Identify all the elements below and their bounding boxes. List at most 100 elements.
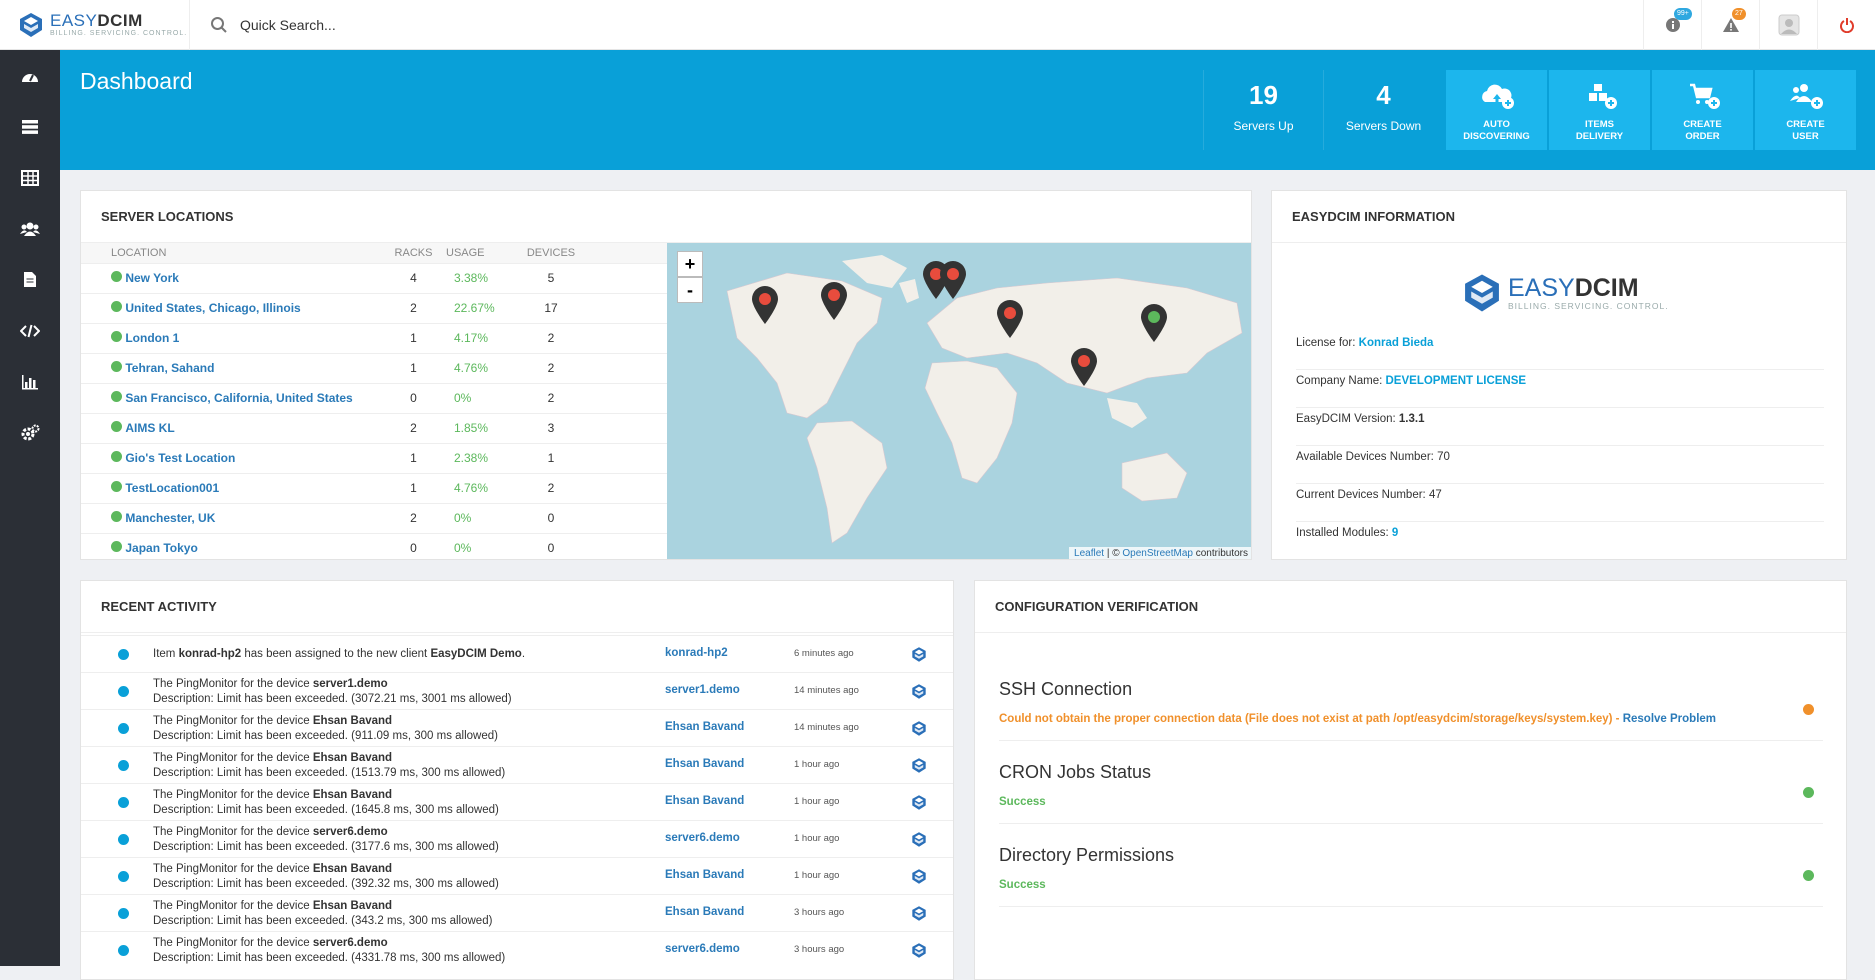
servers-down-label: Servers Down — [1345, 119, 1422, 133]
items-delivery-button[interactable]: ITEMS DELIVERY — [1549, 70, 1650, 150]
easydcim-logo-icon[interactable] — [911, 757, 927, 774]
easydcim-logo-icon[interactable] — [911, 942, 927, 959]
license-value[interactable]: Konrad Bieda — [1359, 337, 1434, 349]
openstreetmap-link[interactable]: OpenStreetMap — [1122, 548, 1193, 559]
user-menu-button[interactable] — [1759, 0, 1817, 50]
table-icon — [21, 169, 39, 186]
activity-item-link[interactable]: server6.demo — [665, 832, 740, 844]
dashboard-icon — [22, 73, 38, 82]
racks-cell: 1 — [381, 472, 446, 503]
easydcim-logo-icon[interactable] — [911, 868, 927, 885]
devices-cell: 2 — [516, 472, 586, 503]
configuration-verification-title: CONFIGURATION VERIFICATION — [975, 581, 1846, 633]
activity-item-link[interactable]: server6.demo — [665, 943, 740, 955]
activity-row: The PingMonitor for the device Ehsan Bav… — [81, 857, 953, 894]
location-link[interactable]: Manchester, UK — [125, 511, 215, 525]
sidebar-item-users[interactable] — [0, 203, 60, 254]
quick-search[interactable]: Quick Search... — [210, 16, 1643, 34]
installed-modules-row: Installed Modules: 9 — [1296, 527, 1399, 539]
usage-cell: 4.76% — [446, 472, 516, 503]
activity-item-link[interactable]: Ehsan Bavand — [665, 758, 744, 770]
zoom-in-button[interactable]: + — [677, 251, 703, 277]
directory-status-dot — [1803, 870, 1814, 881]
table-row: AIMS KL 2 1.85% 3 — [81, 412, 667, 443]
sidebar-item-tables[interactable] — [0, 152, 60, 203]
easydcim-logo-icon[interactable] — [911, 905, 927, 922]
location-link[interactable]: Gio's Test Location — [125, 451, 235, 465]
activity-row: The PingMonitor for the device server6.d… — [81, 820, 953, 857]
create-order-button[interactable]: CREATE ORDER — [1652, 70, 1753, 150]
map-marker-icon[interactable] — [995, 299, 1025, 339]
resolve-problem-link[interactable]: Resolve Problem — [1623, 713, 1716, 725]
location-status-dot — [111, 271, 122, 282]
easydcim-logo-icon — [1465, 274, 1499, 312]
alerts-button[interactable]: 27 — [1701, 0, 1759, 50]
activity-item-link[interactable]: Ehsan Bavand — [665, 795, 744, 807]
easydcim-logo-icon[interactable] — [911, 720, 927, 737]
racks-cell: 2 — [381, 412, 446, 443]
sidebar-item-documents[interactable] — [0, 254, 60, 305]
map-marker-icon[interactable] — [819, 281, 849, 321]
location-link[interactable]: New York — [125, 271, 179, 285]
activity-time: 1 hour ago — [794, 833, 840, 844]
location-link[interactable]: Japan Tokyo — [125, 541, 197, 555]
easydcim-logo-icon[interactable] — [911, 683, 927, 700]
activity-item-link[interactable]: konrad-hp2 — [665, 647, 728, 659]
devices-cell: 2 — [516, 382, 586, 413]
column-devices[interactable]: DEVICES — [516, 243, 586, 263]
easydcim-logo-icon[interactable] — [911, 794, 927, 811]
auto-discovering-button[interactable]: AUTO DISCOVERING — [1446, 70, 1547, 150]
location-link[interactable]: United States, Chicago, Illinois — [125, 301, 300, 315]
column-racks[interactable]: RACKS — [381, 243, 446, 263]
easydcim-logo-icon[interactable] — [911, 831, 927, 848]
sidebar-item-settings[interactable] — [0, 407, 60, 458]
logout-button[interactable] — [1817, 0, 1875, 50]
create-user-button[interactable]: CREATE USER — [1755, 70, 1856, 150]
installed-modules-value[interactable]: 9 — [1392, 527, 1398, 539]
activity-item-link[interactable]: Ehsan Bavand — [665, 869, 744, 881]
activity-row: The PingMonitor for the device Ehsan Bav… — [81, 783, 953, 820]
location-status-dot — [111, 511, 122, 522]
map-marker-icon[interactable] — [938, 260, 968, 300]
servers-down-stat[interactable]: 4 Servers Down — [1323, 70, 1443, 150]
location-link[interactable]: London 1 — [125, 331, 179, 345]
sidebar-item-servers[interactable] — [0, 101, 60, 152]
users-add-icon — [1789, 84, 1823, 109]
create-user-label-line2: USER — [1792, 131, 1819, 142]
notifications-button[interactable]: 99+ — [1643, 0, 1701, 50]
column-usage[interactable]: USAGE — [446, 243, 516, 263]
company-value[interactable]: DEVELOPMENT LICENSE — [1386, 375, 1527, 387]
leaflet-link[interactable]: Leaflet — [1074, 548, 1104, 559]
easydcim-info-panel: EASYDCIM INFORMATION EASYDCIM BILLING. S… — [1271, 190, 1847, 560]
location-status-dot — [111, 481, 122, 492]
racks-cell: 2 — [381, 292, 446, 323]
map-marker-icon[interactable] — [1069, 347, 1099, 387]
activity-row: The PingMonitor for the device server6.d… — [81, 931, 953, 968]
sidebar-item-dashboard[interactable] — [0, 50, 60, 101]
location-link[interactable]: TestLocation001 — [125, 481, 219, 495]
logo[interactable]: EASYDCIM BILLING. SERVICING. CONTROL. — [0, 0, 190, 50]
usage-cell: 3.38% — [446, 262, 516, 293]
location-link[interactable]: San Francisco, California, United States — [125, 391, 352, 405]
sidebar-item-api[interactable] — [0, 305, 60, 356]
easydcim-logo-icon[interactable] — [911, 646, 927, 663]
world-map[interactable]: + - Leaflet | © OpenStreetMap contributo… — [667, 243, 1251, 559]
zoom-out-button[interactable]: - — [677, 277, 703, 303]
location-link[interactable]: Tehran, Sahand — [125, 361, 214, 375]
search-input[interactable]: Quick Search... — [240, 17, 336, 33]
available-devices-row: Available Devices Number: 70 — [1296, 446, 1824, 484]
map-marker-icon[interactable] — [1139, 303, 1169, 343]
devices-cell: 0 — [516, 532, 586, 559]
activity-item-link[interactable]: Ehsan Bavand — [665, 721, 744, 733]
activity-item-link[interactable]: server1.demo — [665, 684, 740, 696]
activity-dot — [118, 686, 129, 697]
devices-cell: 3 — [516, 412, 586, 443]
map-marker-icon[interactable] — [750, 285, 780, 325]
activity-item-link[interactable]: Ehsan Bavand — [665, 906, 744, 918]
user-avatar-icon — [1778, 14, 1799, 35]
info-logo: EASYDCIM BILLING. SERVICING. CONTROL. — [1462, 271, 1669, 315]
column-location[interactable]: LOCATION — [81, 243, 381, 263]
servers-up-stat[interactable]: 19 Servers Up — [1203, 70, 1323, 150]
sidebar-item-reports[interactable] — [0, 356, 60, 407]
location-link[interactable]: AIMS KL — [125, 421, 174, 435]
